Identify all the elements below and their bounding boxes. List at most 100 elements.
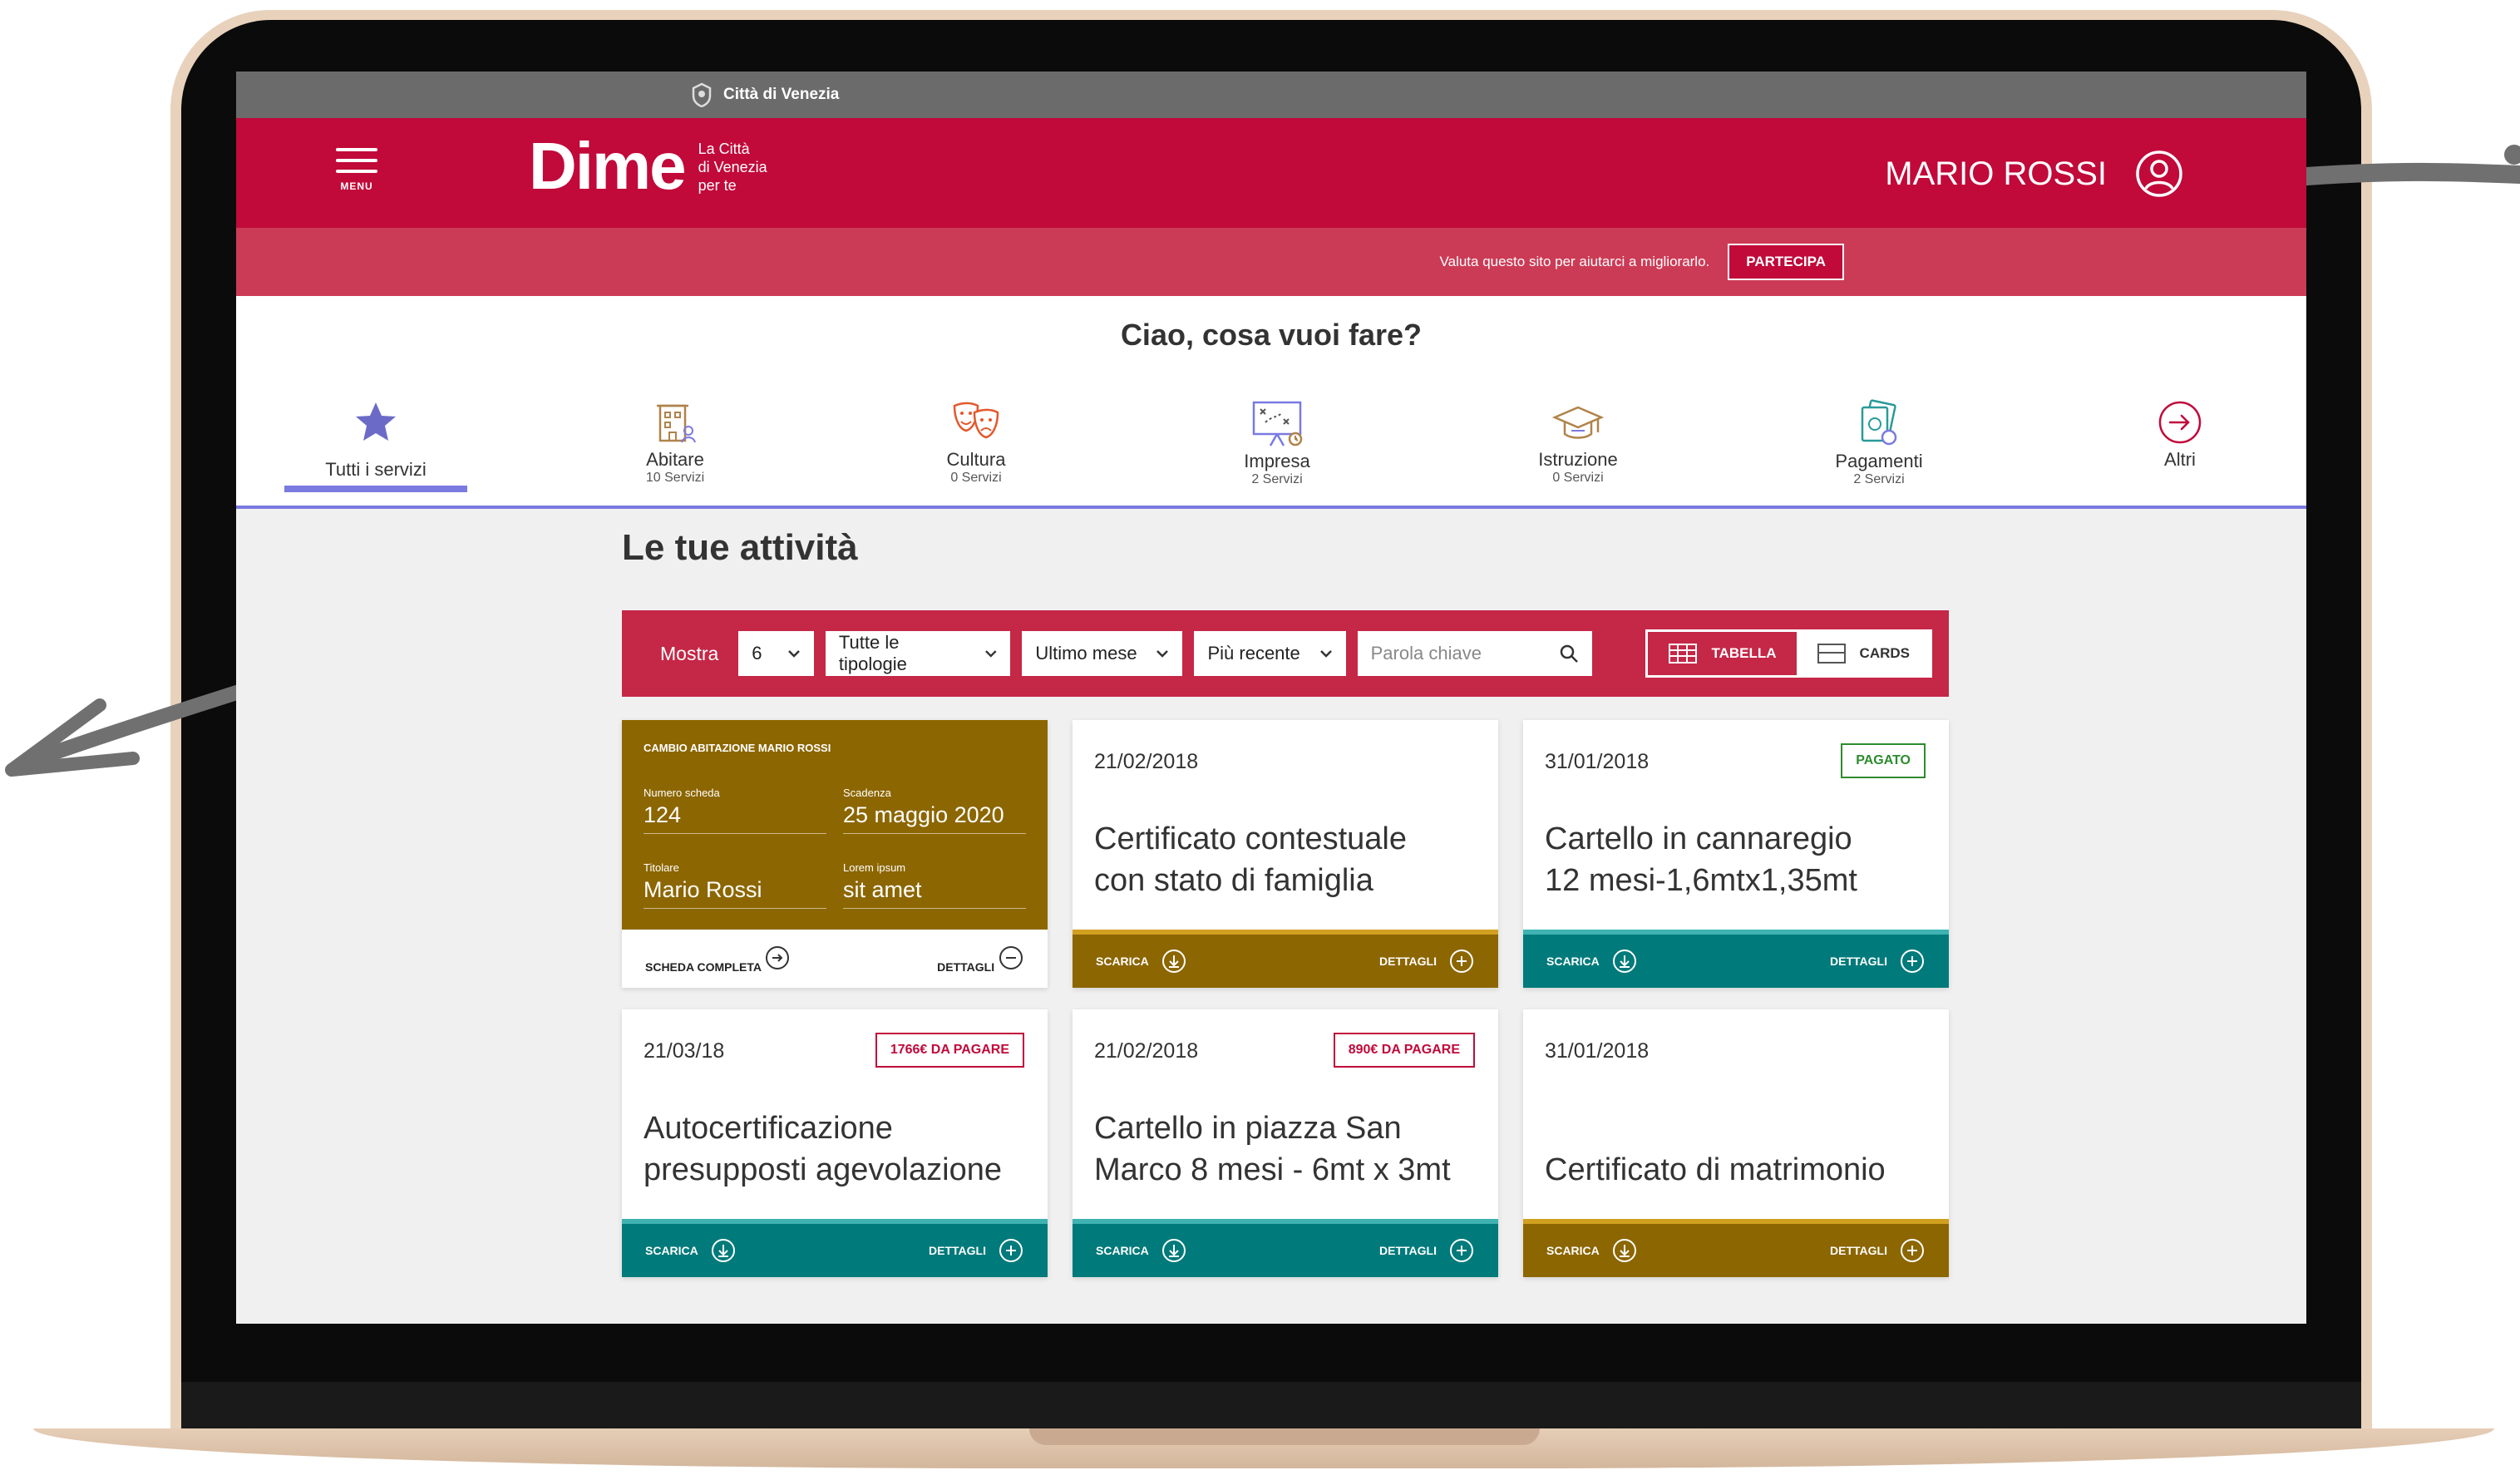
card-date: 21/02/2018	[1094, 1039, 1199, 1063]
view-toggle: TABELLA CARDS	[1645, 629, 1932, 678]
download-icon	[1161, 1239, 1186, 1262]
field-label: Lorem ipsum	[843, 861, 906, 874]
category-name: Tutti i servizi	[325, 459, 427, 480]
category-istruzione[interactable]: Istruzione 0 Servizi	[1487, 399, 1669, 486]
card-footer: SCARICA DETTAGLI	[1073, 930, 1498, 988]
lorem-ipsum-field: Lorem ipsum sit amet	[843, 861, 1026, 909]
chevron-down-icon	[1319, 650, 1332, 658]
card-footer: SCARICA DETTAGLI	[1073, 1219, 1498, 1277]
scarica-button[interactable]: SCARICA	[1096, 948, 1187, 974]
dettagli-button[interactable]: DETTAGLI	[1379, 1237, 1475, 1264]
city-crest-icon	[692, 82, 712, 107]
scarica-button[interactable]: SCARICA	[1096, 1237, 1187, 1264]
category-cultura[interactable]: Cultura 0 Servizi	[885, 399, 1068, 486]
category-name: Altri	[2164, 449, 2196, 470]
scarica-label: SCARICA	[1546, 955, 1600, 968]
mostra-label: Mostra	[660, 642, 719, 664]
dettagli-button[interactable]: DETTAGLI	[1379, 948, 1475, 974]
dettagli-button[interactable]: DETTAGLI	[1830, 1237, 1926, 1264]
featured-dettagli-link[interactable]: DETTAGLI	[937, 945, 1024, 974]
logo-tagline: La Città di Venezia per te	[698, 140, 767, 195]
category-altri[interactable]: Altri	[2088, 399, 2271, 471]
card-title: Cartello in piazza San Marco 8 mesi - 6m…	[1094, 1108, 1451, 1191]
card-title: Certificato contestuale con stato di fam…	[1094, 818, 1407, 901]
category-impresa[interactable]: Impresa 2 Servizi	[1186, 399, 1368, 487]
logo-tagline-line: di Venezia	[698, 159, 767, 175]
scheda-completa-label: SCHEDA COMPLETA	[645, 960, 762, 974]
download-icon	[1612, 1239, 1636, 1262]
sort-select[interactable]: Più recente	[1194, 631, 1346, 676]
dettagli-label: DETTAGLI	[937, 960, 995, 974]
greeting-title: Ciao, cosa vuoi fare?	[1120, 318, 1423, 352]
view-cards-label: CARDS	[1859, 645, 1910, 661]
card-title-line: Autocertificazione	[644, 1111, 893, 1146]
scarica-label: SCARICA	[1546, 1244, 1600, 1257]
theater-masks-icon	[953, 402, 999, 439]
status-badge: 890€ DA PAGARE	[1333, 1033, 1475, 1068]
scarica-button[interactable]: SCARICA	[1546, 1237, 1638, 1264]
download-icon	[711, 1239, 735, 1262]
logo-word: Dime	[529, 129, 687, 203]
city-name[interactable]: Città di Venezia	[723, 86, 839, 104]
card-title: Certificato di matrimonio	[1545, 1149, 1886, 1191]
main-header: MENU Dime La Città di Venezia per te MAR…	[236, 118, 2306, 228]
category-abitare[interactable]: Abitare 10 Servizi	[584, 399, 767, 486]
graduation-cap-icon	[1551, 406, 1605, 439]
arrow-right-circle-icon	[766, 945, 790, 969]
scarica-button[interactable]: SCARICA	[1546, 948, 1638, 974]
dime-logo[interactable]: Dime La Città di Venezia per te	[529, 133, 767, 200]
type-select[interactable]: Tutte le tipologie	[825, 631, 1011, 676]
field-label: Scadenza	[843, 787, 891, 799]
minus-circle-icon	[999, 945, 1023, 969]
dettagli-label: DETTAGLI	[1379, 1244, 1437, 1257]
star-icon	[356, 402, 396, 441]
field-label: Numero scheda	[644, 787, 720, 799]
download-icon	[1612, 950, 1636, 973]
dettagli-label: DETTAGLI	[1830, 955, 1887, 968]
activity-card[interactable]: 31/01/2018 Certificato di matrimonio SCA…	[1523, 1009, 1949, 1277]
scarica-label: SCARICA	[645, 1244, 698, 1257]
scheda-completa-link[interactable]: SCHEDA COMPLETA	[645, 945, 791, 974]
keyword-search-input[interactable]: Parola chiave	[1357, 631, 1593, 676]
featured-activity-card[interactable]: CAMBIO ABITAZIONE MARIO ROSSI Numero sch…	[622, 720, 1048, 988]
partecipa-button[interactable]: PARTECIPA	[1728, 244, 1844, 280]
activity-card[interactable]: 21/03/18 1766€ DA PAGARE Autocertificazi…	[622, 1009, 1048, 1277]
laptop-chin	[181, 1382, 2361, 1433]
right-pointer-dot	[2504, 145, 2520, 165]
category-tutti-i-servizi[interactable]: Tutti i servizi	[284, 399, 467, 492]
activity-card[interactable]: 21/02/2018 Certificato contestuale con s…	[1073, 720, 1498, 988]
category-name: Istruzione	[1538, 449, 1618, 470]
laptop-notch	[1029, 1428, 1540, 1445]
dettagli-label: DETTAGLI	[1830, 1244, 1887, 1257]
user-name: MARIO ROSSI	[1885, 155, 2107, 192]
activity-card[interactable]: 21/02/2018 890€ DA PAGARE Cartello in pi…	[1073, 1009, 1498, 1277]
count-select[interactable]: 6	[738, 631, 814, 676]
user-menu[interactable]: MARIO ROSSI	[1885, 150, 2183, 198]
scarica-button[interactable]: SCARICA	[645, 1237, 737, 1264]
logo-tagline-line: La Città	[698, 141, 750, 157]
status-badge: 1766€ DA PAGARE	[875, 1033, 1024, 1068]
card-title: Cartello in cannaregio 12 mesi-1,6mtx1,3…	[1545, 818, 1857, 901]
category-count: 2 Servizi	[1251, 472, 1303, 486]
category-count: 10 Servizi	[645, 471, 705, 485]
activity-card[interactable]: 31/01/2018 PAGATO Cartello in cannaregio…	[1523, 720, 1949, 988]
category-name: Pagamenti	[1835, 451, 1923, 471]
card-title-line: Cartello in piazza San	[1094, 1111, 1402, 1146]
field-value: 25 maggio 2020	[843, 802, 1004, 827]
plus-circle-icon	[1901, 950, 1924, 973]
field-value: 124	[644, 802, 682, 827]
view-cards-tab[interactable]: CARDS	[1796, 632, 1930, 675]
titolare-field: Titolare Mario Rossi	[644, 861, 826, 909]
category-pagamenti[interactable]: Pagamenti 2 Servizi	[1788, 399, 1970, 487]
count-select-value: 6	[752, 643, 762, 664]
featured-card-footer: SCHEDA COMPLETA DETTAGLI	[622, 930, 1048, 988]
category-name: Cultura	[946, 449, 1006, 470]
dettagli-label: DETTAGLI	[1379, 955, 1437, 968]
menu-label: MENU	[340, 180, 373, 192]
view-table-tab[interactable]: TABELLA	[1648, 632, 1797, 675]
dettagli-button[interactable]: DETTAGLI	[1830, 948, 1926, 974]
chevron-down-icon	[788, 650, 800, 658]
period-select[interactable]: Ultimo mese	[1022, 631, 1183, 676]
menu-button[interactable]: MENU	[336, 148, 377, 192]
dettagli-button[interactable]: DETTAGLI	[929, 1237, 1024, 1264]
